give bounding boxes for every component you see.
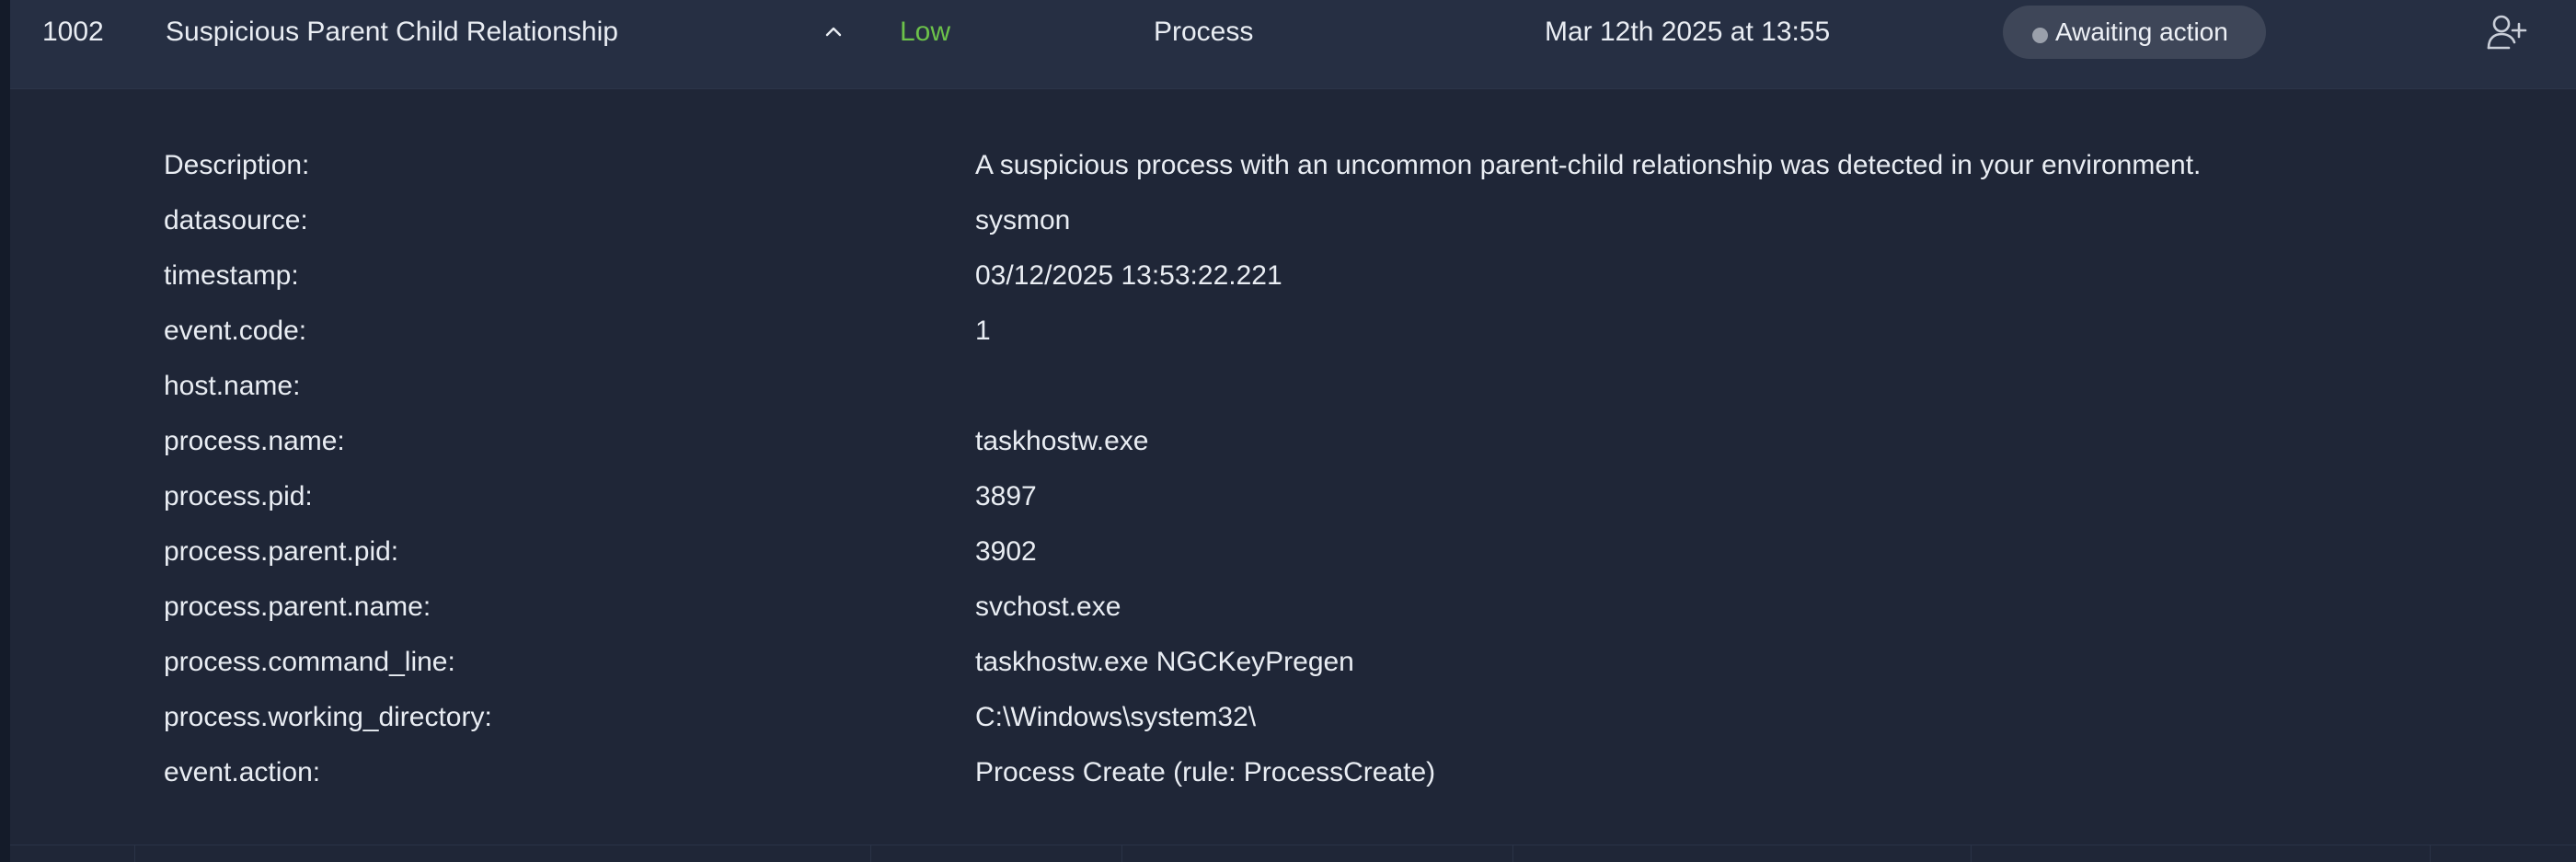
- alert-row[interactable]: 1002 Suspicious Parent Child Relationshi…: [10, 0, 2576, 89]
- detail-value: 1: [975, 316, 991, 346]
- detail-key: host.name:: [164, 371, 301, 401]
- alert-title: Suspicious Parent Child Relationship: [166, 17, 618, 47]
- column-divider: [870, 845, 871, 862]
- alert-panel: 1002 Suspicious Parent Child Relationshi…: [10, 0, 2576, 862]
- column-divider: [1971, 845, 1972, 862]
- detail-value: 3897: [975, 481, 1037, 511]
- detail-row-process-name: process.name: taskhostw.exe: [10, 414, 2576, 469]
- detail-key: process.name:: [164, 426, 345, 456]
- detail-value: Process Create (rule: ProcessCreate): [975, 757, 1436, 787]
- detail-row-datasource: datasource: sysmon: [10, 193, 2576, 248]
- detail-value: sysmon: [975, 205, 1071, 236]
- chevron-up-icon[interactable]: [818, 0, 849, 64]
- detail-value: A suspicious process with an uncommon pa…: [975, 150, 2202, 180]
- detail-row-command-line: process.command_line: taskhostw.exe NGCK…: [10, 635, 2576, 690]
- alert-id: 1002: [42, 17, 104, 47]
- detail-key: Description:: [164, 150, 310, 180]
- detail-row-timestamp: timestamp: 03/12/2025 13:53:22.221: [10, 248, 2576, 304]
- detail-key: datasource:: [164, 205, 308, 236]
- detail-row-event-action: event.action: Process Create (rule: Proc…: [10, 745, 2576, 800]
- severity-label: Low: [900, 17, 951, 47]
- detail-row-parent-pid: process.parent.pid: 3902: [10, 524, 2576, 580]
- detail-row-process-pid: process.pid: 3897: [10, 469, 2576, 524]
- column-divider: [2430, 845, 2431, 862]
- column-divider: [134, 845, 135, 862]
- detail-key: process.command_line:: [164, 647, 455, 677]
- assign-user-button[interactable]: [2485, 11, 2529, 53]
- alert-type: Process: [1154, 17, 1254, 47]
- detail-key: process.pid:: [164, 481, 313, 511]
- detail-row-working-directory: process.working_directory: C:\Windows\sy…: [10, 690, 2576, 745]
- detail-value: C:\Windows\system32\: [975, 702, 1257, 732]
- column-divider: [1512, 845, 1513, 862]
- status-badge[interactable]: Awaiting action: [2003, 6, 2266, 59]
- detail-key: event.code:: [164, 316, 307, 346]
- detail-value: svchost.exe: [975, 592, 1121, 622]
- detail-value: 03/12/2025 13:53:22.221: [975, 260, 1282, 291]
- detail-key: process.parent.name:: [164, 592, 431, 622]
- alert-date: Mar 12th 2025 at 13:55: [1545, 17, 1831, 47]
- user-plus-icon: [2485, 15, 2529, 57]
- detail-key: event.action:: [164, 757, 321, 787]
- status-label: Awaiting action: [2055, 17, 2228, 46]
- detail-key: process.working_directory:: [164, 702, 492, 732]
- detail-value: taskhostw.exe: [975, 426, 1149, 456]
- detail-row-description: Description: A suspicious process with a…: [10, 138, 2576, 193]
- detail-value: 3902: [975, 536, 1037, 567]
- detail-key: process.parent.pid:: [164, 536, 399, 567]
- column-divider: [1121, 845, 1122, 862]
- detail-value: taskhostw.exe NGCKeyPregen: [975, 647, 1354, 677]
- detail-key: timestamp:: [164, 260, 299, 291]
- next-table-row[interactable]: [10, 845, 2576, 862]
- status-dot-icon: [2032, 28, 2048, 43]
- detail-row-event-code: event.code: 1: [10, 304, 2576, 359]
- detail-row-host-name: host.name:: [10, 359, 2576, 414]
- detail-row-parent-name: process.parent.name: svchost.exe: [10, 580, 2576, 635]
